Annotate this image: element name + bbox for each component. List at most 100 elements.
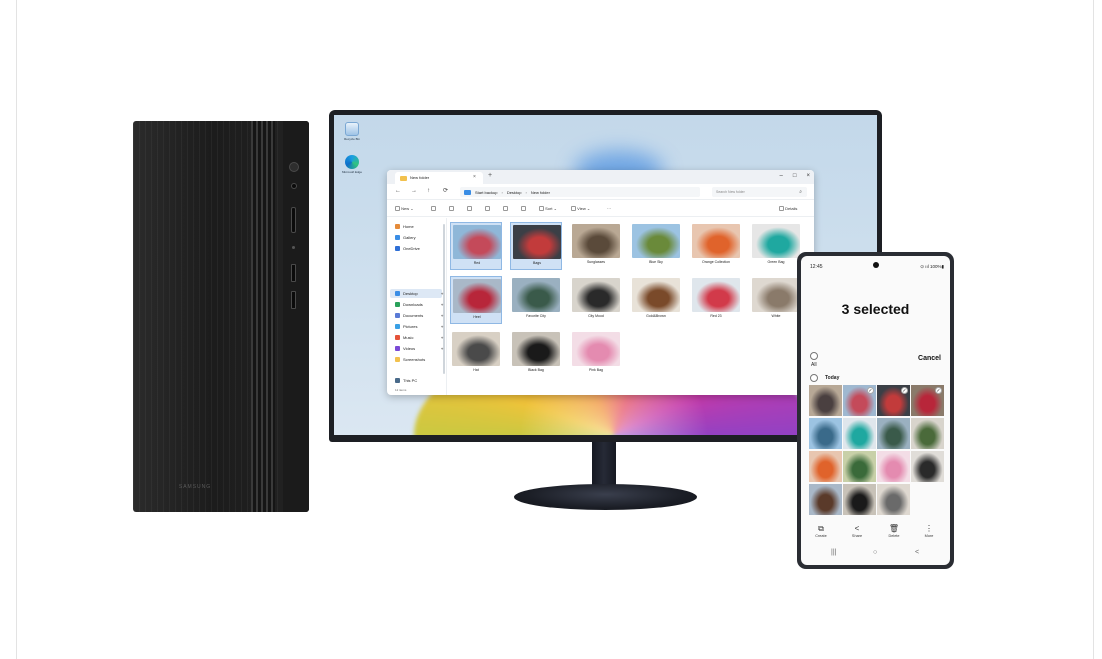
cut-button[interactable] bbox=[431, 206, 436, 212]
file-item[interactable]: Blue Sky bbox=[630, 222, 682, 270]
photo-thumbnail[interactable] bbox=[877, 418, 910, 449]
sidebar-item-screenshots[interactable]: Screenshots bbox=[395, 357, 425, 362]
view-icon bbox=[571, 206, 576, 212]
refresh-button[interactable]: ⟳ bbox=[443, 188, 448, 195]
share-button[interactable]: < Share bbox=[841, 524, 873, 538]
file-item[interactable]: Pink Bag bbox=[570, 330, 622, 378]
sidebar-item-label: OneDrive bbox=[403, 246, 420, 251]
home-button[interactable]: ○ bbox=[873, 549, 877, 556]
breadcrumb-item[interactable]: New folder bbox=[531, 190, 550, 195]
breadcrumb-item[interactable]: Start backup bbox=[475, 190, 497, 195]
photo-thumbnail[interactable] bbox=[843, 484, 876, 515]
photo-thumbnail[interactable] bbox=[911, 451, 944, 482]
tab-bar: New folder × + – □ × bbox=[387, 170, 814, 184]
file-item[interactable]: Green Bag bbox=[750, 222, 802, 270]
sidebar-item-gallery[interactable]: Gallery bbox=[395, 235, 416, 240]
breadcrumb-item[interactable]: Desktop bbox=[507, 190, 522, 195]
recent-apps-button[interactable]: ||| bbox=[831, 549, 836, 556]
new-button[interactable]: New ⌄ bbox=[395, 206, 414, 212]
gallery-icon bbox=[395, 235, 400, 240]
selected-check-icon[interactable]: ✓ bbox=[935, 387, 942, 394]
file-item[interactable]: Black Bag bbox=[510, 330, 562, 378]
photo-thumbnail[interactable] bbox=[809, 451, 842, 482]
file-item[interactable]: Sunglasses bbox=[570, 222, 622, 270]
photo-thumbnail[interactable] bbox=[877, 484, 910, 515]
selected-check-icon[interactable]: ✓ bbox=[867, 387, 874, 394]
file-thumbnail bbox=[512, 332, 560, 366]
photo-thumbnail[interactable] bbox=[877, 451, 910, 482]
file-item[interactable]: Favorite City bbox=[510, 276, 562, 324]
sort-button[interactable]: Sort ⌄ bbox=[539, 206, 557, 212]
file-item[interactable]: City Mood bbox=[570, 276, 622, 324]
file-item[interactable]: Red bbox=[450, 222, 502, 270]
details-button[interactable]: Details bbox=[779, 206, 797, 212]
close-button[interactable]: × bbox=[806, 172, 810, 180]
select-all-checkbox[interactable] bbox=[810, 352, 818, 360]
selected-check-icon[interactable]: ✓ bbox=[901, 387, 908, 394]
file-item[interactable]: Heel bbox=[450, 276, 502, 324]
more-button[interactable]: ⋮ More bbox=[913, 524, 945, 538]
share-button[interactable] bbox=[503, 206, 508, 212]
file-item[interactable]: White bbox=[750, 276, 802, 324]
tab-close-icon[interactable]: × bbox=[473, 174, 476, 180]
paste-button[interactable] bbox=[467, 206, 472, 212]
file-name: Gold&Brown bbox=[646, 314, 666, 318]
sidebar-item-pictures[interactable]: Pictures ⌖ bbox=[395, 324, 443, 329]
desktop-icon-recycle-bin[interactable]: Recycle Bin bbox=[337, 122, 367, 141]
file-item[interactable]: Orange Collection bbox=[690, 222, 742, 270]
delete-icon bbox=[521, 206, 526, 212]
photo-thumbnail[interactable]: ✓ bbox=[843, 385, 876, 416]
sidebar-item-music[interactable]: Music ⌖ bbox=[395, 335, 443, 340]
file-item[interactable]: Gold&Brown bbox=[630, 276, 682, 324]
sidebar-item-documents[interactable]: Documents ⌖ bbox=[395, 313, 443, 318]
sidebar-item-this-pc[interactable]: This PC bbox=[395, 378, 417, 383]
select-today-checkbox[interactable] bbox=[810, 374, 818, 382]
up-button[interactable]: ↑ bbox=[427, 188, 430, 195]
copy-button[interactable] bbox=[449, 206, 454, 212]
search-input[interactable]: Search New folder ⌕ bbox=[712, 187, 807, 197]
tab-new-folder[interactable]: New folder × bbox=[395, 172, 483, 184]
photo-thumbnail[interactable] bbox=[809, 385, 842, 416]
minimize-button[interactable]: – bbox=[780, 172, 783, 180]
forward-button[interactable]: → bbox=[411, 188, 417, 195]
photo-thumbnail[interactable]: ✓ bbox=[877, 385, 910, 416]
file-item[interactable]: Hat bbox=[450, 330, 502, 378]
power-button[interactable] bbox=[289, 162, 299, 172]
sidebar-item-label: Pictures bbox=[403, 324, 418, 329]
back-button[interactable]: ← bbox=[395, 188, 401, 195]
photo-thumbnail[interactable] bbox=[809, 484, 842, 515]
edge-icon bbox=[345, 155, 359, 169]
view-button[interactable]: View ⌄ bbox=[571, 206, 590, 212]
tower-brand-logo: SAMSUNG bbox=[178, 484, 212, 490]
desktop-icon-edge[interactable]: Microsoft Edge bbox=[337, 155, 367, 174]
file-item[interactable]: Red 23 bbox=[690, 276, 742, 324]
desktop-icon-label: Microsoft Edge bbox=[341, 170, 362, 174]
file-item[interactable]: Bags bbox=[510, 222, 562, 270]
sidebar-item-videos[interactable]: Videos ⌖ bbox=[395, 346, 443, 351]
sidebar-item-downloads[interactable]: Downloads ⌖ bbox=[395, 302, 443, 307]
rename-button[interactable] bbox=[485, 206, 490, 212]
sidebar-item-home[interactable]: Home bbox=[395, 224, 414, 229]
photo-thumbnail[interactable]: ✓ bbox=[911, 385, 944, 416]
delete-button[interactable]: 🗑 Delete bbox=[878, 524, 910, 538]
create-button[interactable]: ⧉ Create bbox=[805, 524, 837, 538]
more-button[interactable]: ··· bbox=[607, 206, 611, 211]
cancel-button[interactable]: Cancel bbox=[918, 355, 941, 362]
sidebar-item-onedrive[interactable]: OneDrive bbox=[395, 246, 420, 251]
delete-button[interactable] bbox=[521, 206, 526, 212]
photo-thumbnail[interactable] bbox=[843, 418, 876, 449]
maximize-button[interactable]: □ bbox=[793, 172, 797, 180]
sidebar-item-desktop[interactable]: Desktop ⌖ bbox=[395, 291, 443, 296]
back-button[interactable]: < bbox=[915, 549, 919, 556]
status-led bbox=[292, 246, 295, 249]
address-bar[interactable]: Start backup › Desktop › New folder bbox=[460, 187, 700, 197]
pin-icon: ⌖ bbox=[441, 346, 444, 351]
photo-thumbnail[interactable] bbox=[843, 451, 876, 482]
photo-thumbnail[interactable] bbox=[911, 418, 944, 449]
photo-thumbnail[interactable] bbox=[809, 418, 842, 449]
file-name: White bbox=[771, 314, 781, 318]
new-tab-button[interactable]: + bbox=[488, 172, 492, 180]
file-thumbnail bbox=[572, 278, 620, 312]
share-icon bbox=[503, 206, 508, 212]
sidebar-scrollbar[interactable] bbox=[443, 224, 445, 374]
